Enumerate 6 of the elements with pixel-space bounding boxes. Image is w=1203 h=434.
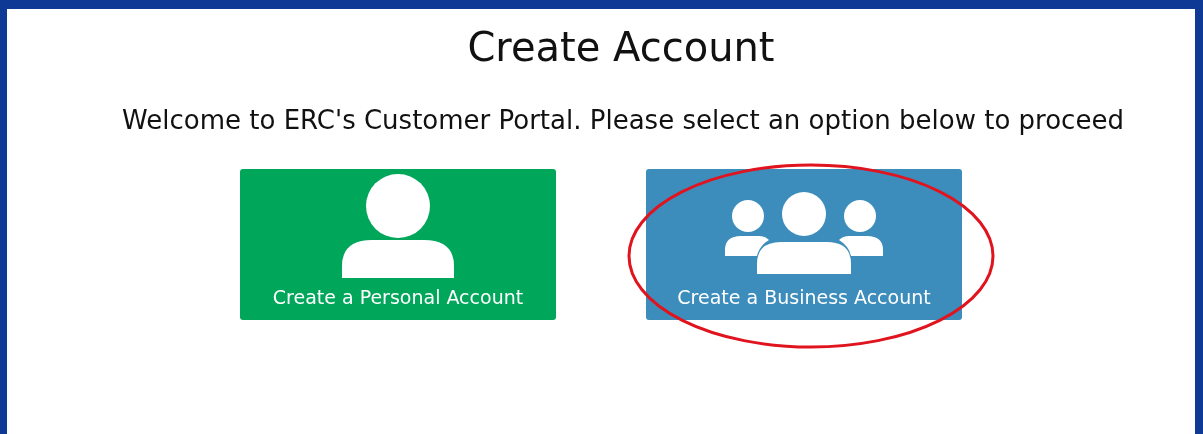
create-account-button[interactable]: Create a Personal Account [240, 169, 556, 320]
create-account-button[interactable]: Create a Business Account [646, 169, 962, 320]
page-title: Create Account [467, 25, 775, 69]
person-icon [342, 174, 454, 278]
welcome-text: Welcome to ERC's Customer Portal. Please select an option below to proceed [122, 105, 1124, 135]
group-icon [725, 192, 883, 274]
